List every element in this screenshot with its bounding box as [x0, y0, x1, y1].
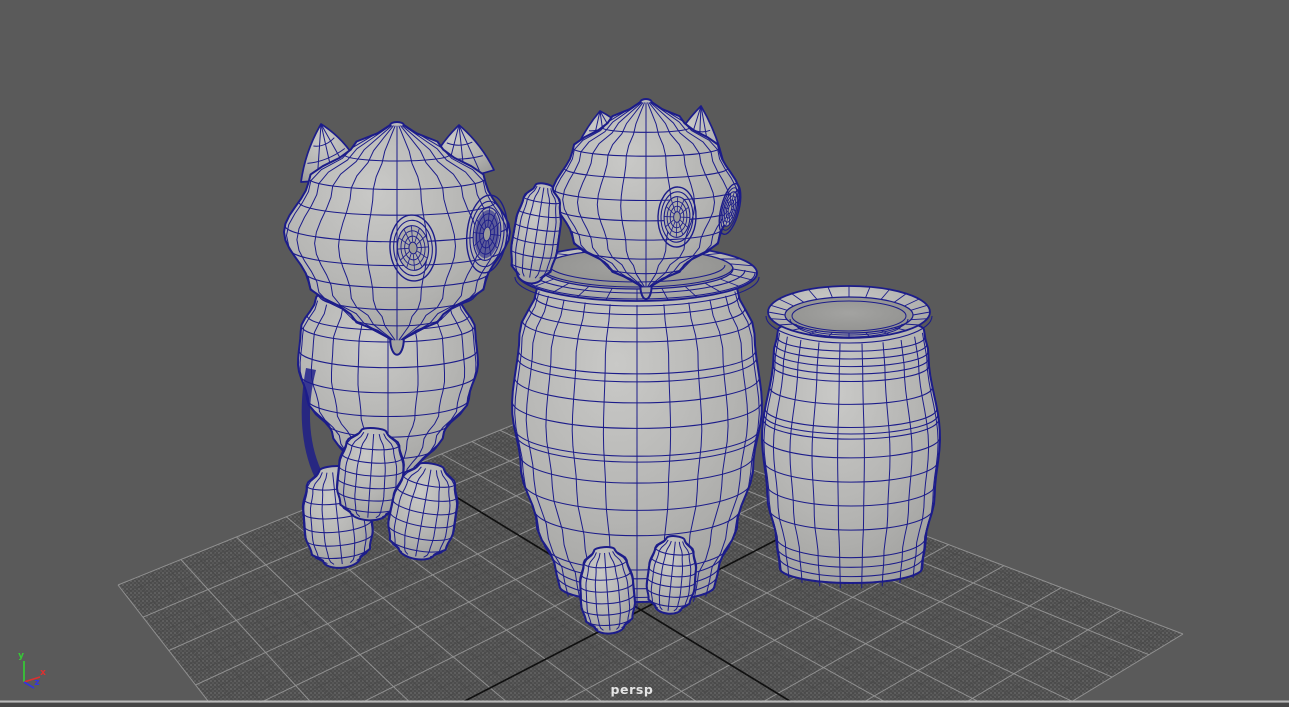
view-axis-gizmo: y x z — [18, 651, 46, 689]
viewport-bottom-border — [0, 700, 1289, 703]
wireframe-model-jar-right[interactable] — [761, 285, 941, 589]
camera-name-label: persp — [611, 682, 654, 697]
x-axis-label: x — [40, 668, 46, 678]
z-axis-label: z — [34, 678, 39, 688]
viewport[interactable]: persp y x z — [0, 0, 1289, 707]
viewport-bottom-shadow — [0, 702, 1289, 707]
y-axis-label: y — [18, 651, 24, 661]
z-axis-line — [23, 681, 35, 689]
jar-body — [761, 317, 941, 589]
viewport-canvas[interactable]: persp y x z — [0, 0, 1289, 707]
